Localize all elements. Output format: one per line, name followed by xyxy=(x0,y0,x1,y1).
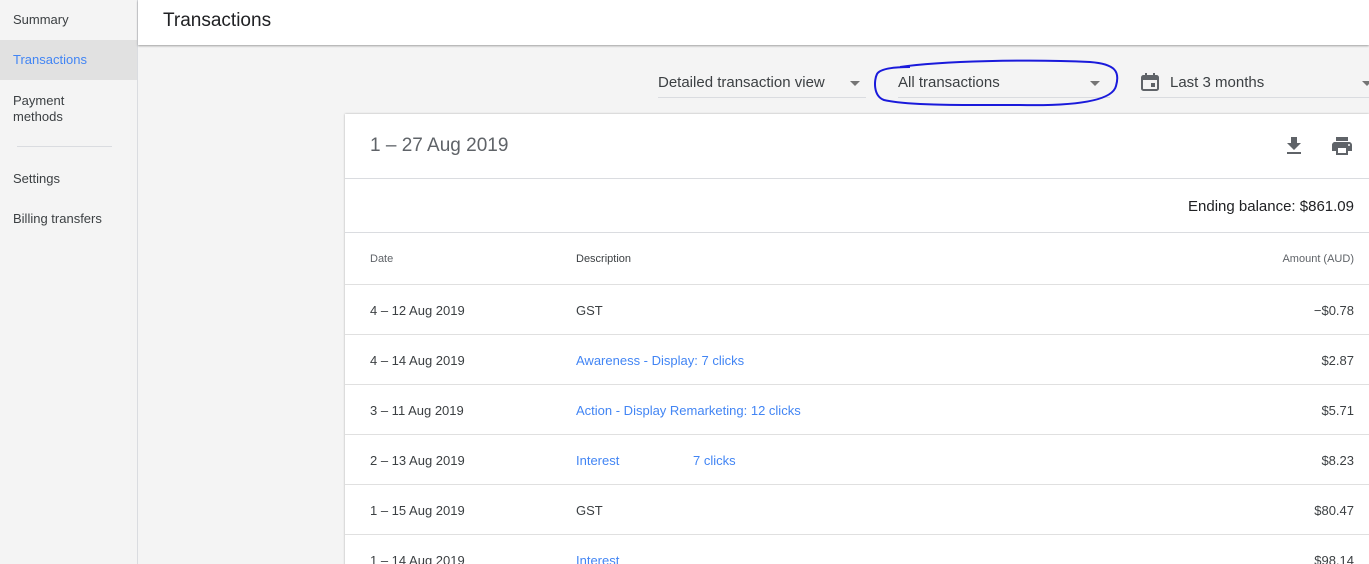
date-range-label: Last 3 months xyxy=(1170,74,1265,91)
row-amount: $80.47 xyxy=(1314,503,1354,518)
row-description: GST xyxy=(576,503,603,518)
ending-balance: Ending balance: $861.09 xyxy=(1188,198,1354,215)
calendar-icon xyxy=(1141,73,1159,91)
table-row: 4 – 12 Aug 2019 GST −$0.78 xyxy=(345,285,1369,335)
table-row: 4 – 14 Aug 2019 Awareness - Display: 7 c… xyxy=(345,335,1369,385)
row-description: GST xyxy=(576,303,603,318)
table-row: 1 – 14 Aug 2019 Interest $98.14 xyxy=(345,535,1369,564)
row-amount: $8.23 xyxy=(1321,453,1354,468)
column-header-amount[interactable]: Amount (AUD) xyxy=(1282,253,1354,265)
table-row: 1 – 15 Aug 2019 GST $80.47 xyxy=(345,485,1369,535)
sidebar-item-transactions[interactable]: Transactions xyxy=(0,40,137,80)
sidebar-item-billing-transfers[interactable]: Billing transfers xyxy=(0,199,137,239)
transaction-type-select[interactable]: All transactions xyxy=(898,68,1110,98)
column-header-date[interactable]: Date xyxy=(370,253,393,265)
row-description-link[interactable]: Awareness - Display: 7 clicks xyxy=(576,353,744,368)
row-date: 3 – 11 Aug 2019 xyxy=(370,403,464,418)
row-amount: $5.71 xyxy=(1321,403,1354,418)
view-select[interactable]: Detailed transaction view xyxy=(658,68,866,98)
column-header-description[interactable]: Description xyxy=(576,253,631,265)
row-date: 4 – 14 Aug 2019 xyxy=(370,353,465,368)
sidebar-item-summary[interactable]: Summary xyxy=(0,0,137,40)
date-range-select[interactable]: Last 3 months xyxy=(1140,68,1369,98)
transactions-card: 1 – 27 Aug 2019 Ending balance: $861.09 … xyxy=(345,114,1369,564)
row-date: 2 – 13 Aug 2019 xyxy=(370,453,465,468)
ending-balance-row: Ending balance: $861.09 xyxy=(345,180,1369,233)
row-description-link[interactable]: Interest xyxy=(576,453,619,468)
transactions-table: Date Description Amount (AUD) 4 – 12 Aug… xyxy=(345,234,1369,564)
dropdown-caret-icon xyxy=(1362,81,1369,86)
sidebar-item-settings[interactable]: Settings xyxy=(0,159,137,199)
dropdown-caret-icon xyxy=(1090,81,1100,86)
table-header-row: Date Description Amount (AUD) xyxy=(345,234,1369,285)
row-description-link[interactable]: Action - Display Remarketing: 12 clicks xyxy=(576,403,801,418)
row-date: 4 – 12 Aug 2019 xyxy=(370,303,465,318)
row-date: 1 – 15 Aug 2019 xyxy=(370,503,465,518)
row-date: 1 – 14 Aug 2019 xyxy=(370,553,465,564)
view-select-label: Detailed transaction view xyxy=(658,74,825,91)
table-row: 2 – 13 Aug 2019 Interest 7 clicks $8.23 xyxy=(345,435,1369,485)
row-description-link[interactable]: Interest xyxy=(576,553,619,564)
row-amount: −$0.78 xyxy=(1313,303,1354,318)
page-title: Transactions xyxy=(163,10,272,31)
transaction-type-label: All transactions xyxy=(898,74,1000,91)
card-header: 1 – 27 Aug 2019 xyxy=(345,114,1369,179)
statement-period: 1 – 27 Aug 2019 xyxy=(370,135,509,156)
page-header: Transactions xyxy=(138,0,1369,45)
download-icon[interactable] xyxy=(1282,134,1306,158)
row-amount: $2.87 xyxy=(1321,353,1354,368)
sidebar-divider xyxy=(17,146,112,147)
row-amount: $98.14 xyxy=(1314,553,1354,564)
sidebar-item-payment-methods[interactable]: Payment methods xyxy=(0,80,90,138)
row-description-clicks-link[interactable]: 7 clicks xyxy=(693,453,736,468)
print-icon[interactable] xyxy=(1330,134,1354,158)
table-row: 3 – 11 Aug 2019 Action - Display Remarke… xyxy=(345,385,1369,435)
sidebar: Summary Transactions Payment methods Set… xyxy=(0,0,138,564)
dropdown-caret-icon xyxy=(850,81,860,86)
